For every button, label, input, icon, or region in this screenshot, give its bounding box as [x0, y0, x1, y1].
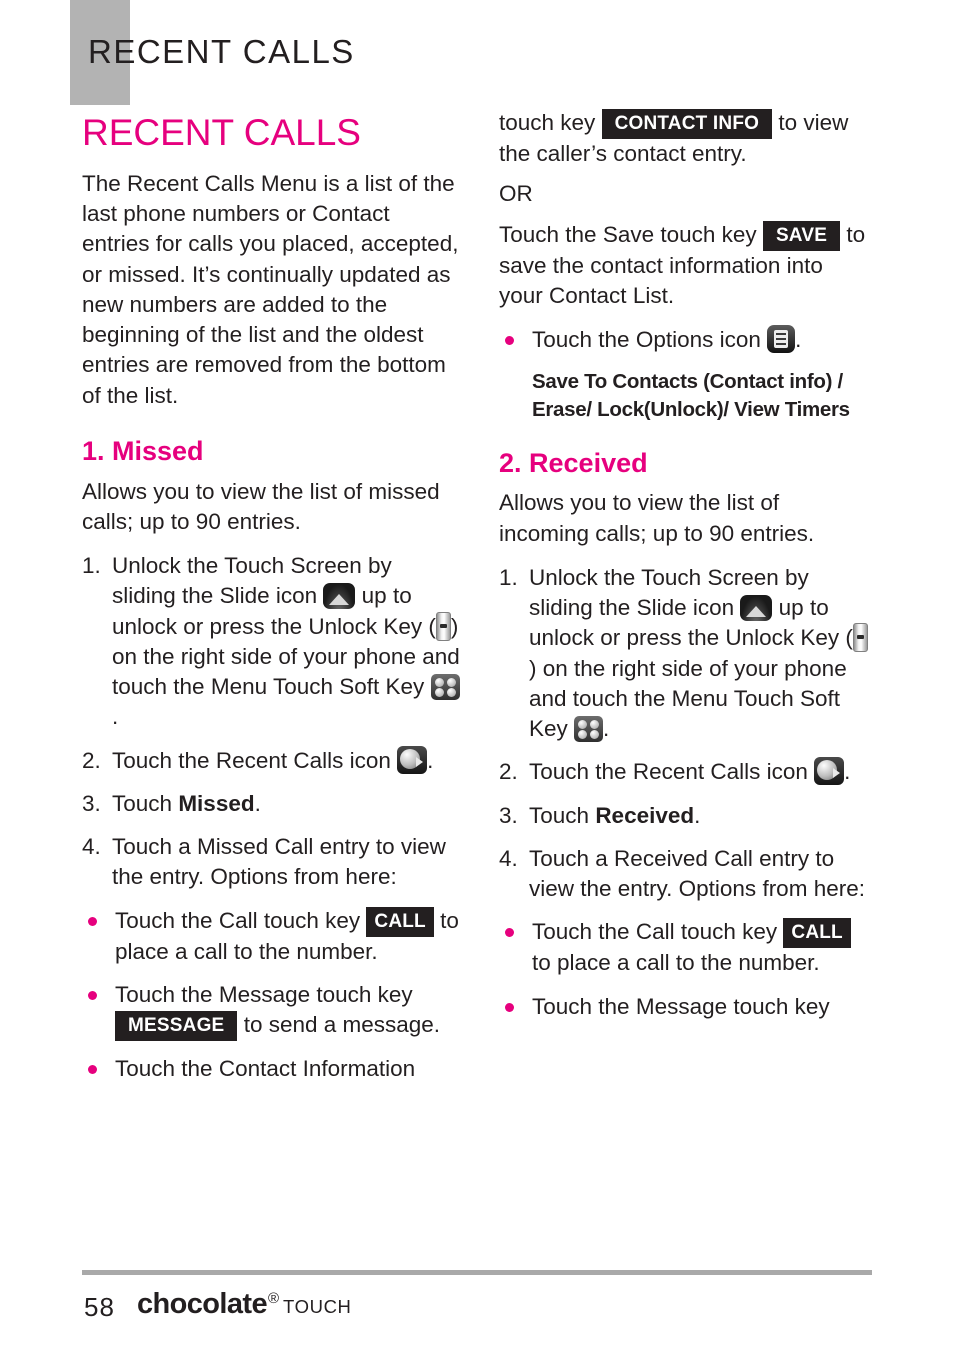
save-touch-key-chip[interactable]: SAVE: [762, 220, 841, 251]
bullet-dot-icon: [505, 1002, 514, 1012]
bullet-dot-icon: [505, 336, 514, 345]
slide-icon: [323, 583, 356, 610]
contact-info-touch-key-chip[interactable]: CONTACT INFO: [601, 109, 773, 139]
list-item-text-a: Touch: [112, 790, 173, 816]
list-item-text-b: .: [844, 759, 851, 785]
list-item-text-a: Touch the Recent Calls icon: [529, 759, 808, 785]
menu-touch-soft-key-icon: [430, 674, 460, 701]
list-item: 2. Touch the Recent Calls icon .: [82, 745, 460, 776]
right-column: touch key CONTACT INFO to view the calle…: [499, 108, 871, 1035]
list-item: 1. Unlock the Touch Screen by sliding th…: [499, 563, 871, 745]
unlock-key-icon: [852, 623, 868, 653]
section-title-received: 2. Received: [499, 447, 648, 478]
section-description-received: Allows you to view the list of incoming …: [499, 490, 815, 546]
list-item: Touch the Message touch key: [499, 992, 871, 1022]
list-item-text-b: .: [427, 747, 434, 773]
list-item: Touch the Message touch key MESSAGE to s…: [82, 980, 460, 1042]
bullet-text-b: to place a call to the number.: [532, 950, 820, 976]
bullet-text-a: Touch the Call touch key: [115, 907, 361, 933]
message-touch-key-chip[interactable]: MESSAGE: [115, 1011, 238, 1042]
list-item-number: 2.: [499, 759, 518, 785]
list-item: 1. Unlock the Touch Screen by sliding th…: [82, 551, 460, 733]
list-item: 3. Touch Received.: [499, 801, 871, 831]
section-title-missed: 1. Missed: [82, 435, 204, 466]
list-item: Touch the Contact Information: [82, 1054, 460, 1084]
unlock-key-icon: [435, 611, 451, 641]
bullet-dot-icon: [88, 1065, 97, 1075]
registered-mark-icon: ®: [267, 1290, 280, 1307]
call-touch-key-chip[interactable]: CALL: [783, 918, 851, 949]
list-item-text-a: Touch the Recent Calls icon: [112, 747, 391, 773]
list-item-number: 1.: [499, 564, 518, 590]
list-item: 4. Touch a Received Call entry to view t…: [499, 844, 871, 905]
list-item-text-a: Touch a Missed Call entry to view the en…: [112, 834, 446, 890]
list-item: 3. Touch Missed.: [82, 789, 460, 819]
list-item-number: 1.: [82, 553, 101, 579]
bullet-dot-icon: [505, 928, 514, 938]
list-item-emphasis: Missed: [178, 790, 255, 816]
list-item-number: 3.: [82, 790, 101, 816]
call-touch-key-chip[interactable]: CALL: [366, 906, 434, 937]
page-number: 58: [84, 1292, 115, 1322]
bullet-text-a: Touch the Message touch key: [115, 981, 413, 1007]
options-icon: [767, 325, 796, 353]
footer-divider: [82, 1270, 872, 1275]
list-item-number: 3.: [499, 802, 518, 828]
bullet-text-a: Touch the Message touch key: [532, 993, 830, 1019]
recent-calls-icon: [814, 757, 845, 786]
list-item-number: 2.: [82, 747, 101, 773]
brand-logo-word: chocolate: [137, 1288, 268, 1320]
list-item-text-a: Touch a Received Call entry to view the …: [529, 845, 865, 902]
menu-touch-soft-key-icon: [574, 716, 604, 743]
contact-info-continuation: touch key CONTACT INFO to view the calle…: [499, 108, 871, 169]
intro-paragraph: The Recent Calls Menu is a list of the l…: [82, 170, 459, 408]
brand-logo-subword: TOUCH: [283, 1296, 352, 1317]
section-description-missed: Allows you to view the list of missed ca…: [82, 478, 440, 534]
list-item: Touch the Call touch key CALL to place a…: [499, 917, 871, 978]
list-item-text-b: .: [254, 790, 261, 816]
page-title: RECENT CALLS: [82, 112, 361, 153]
list-item: Touch the Options icon .: [499, 325, 871, 355]
running-header-title: RECENT CALLS: [88, 33, 355, 70]
list-item-emphasis: Received: [595, 802, 695, 828]
bullet-text-a: Touch the Contact Information: [115, 1056, 416, 1082]
options-bullet-text: Touch the Options icon: [532, 327, 761, 352]
options-note: Save To Contacts (Contact info) / Erase/…: [532, 370, 850, 421]
continuation-text-a: touch key: [499, 110, 596, 135]
brand-logo: chocolate® TOUCH: [137, 1288, 351, 1321]
list-item-number: 4.: [82, 834, 101, 860]
list-item-number: 4.: [499, 845, 518, 871]
recent-calls-icon: [397, 745, 428, 774]
options-bullet-period: .: [795, 327, 802, 352]
list-item: Touch the Call touch key CALL to place a…: [82, 906, 460, 967]
or-divider-text: OR: [499, 181, 533, 207]
save-text-a: Touch the Save touch key: [499, 221, 757, 247]
list-item: 2. Touch the Recent Calls icon .: [499, 757, 871, 787]
list-item: 4. Touch a Missed Call entry to view the…: [82, 832, 460, 893]
left-column: RECENT CALLS The Recent Calls Menu is a …: [82, 108, 460, 1097]
list-item-text-d: .: [603, 716, 610, 742]
list-item-text-a: Touch: [529, 802, 590, 828]
slide-icon: [740, 595, 773, 622]
bullet-text-a: Touch the Call touch key: [532, 919, 778, 945]
bullet-dot-icon: [88, 916, 97, 926]
list-item-text-d: .: [112, 704, 119, 730]
bullet-text-b: to send a message.: [243, 1012, 441, 1038]
bullet-dot-icon: [88, 990, 97, 1000]
list-item-text-b: .: [694, 802, 701, 828]
save-touch-key-paragraph: Touch the Save touch key SAVE to save th…: [499, 220, 871, 312]
